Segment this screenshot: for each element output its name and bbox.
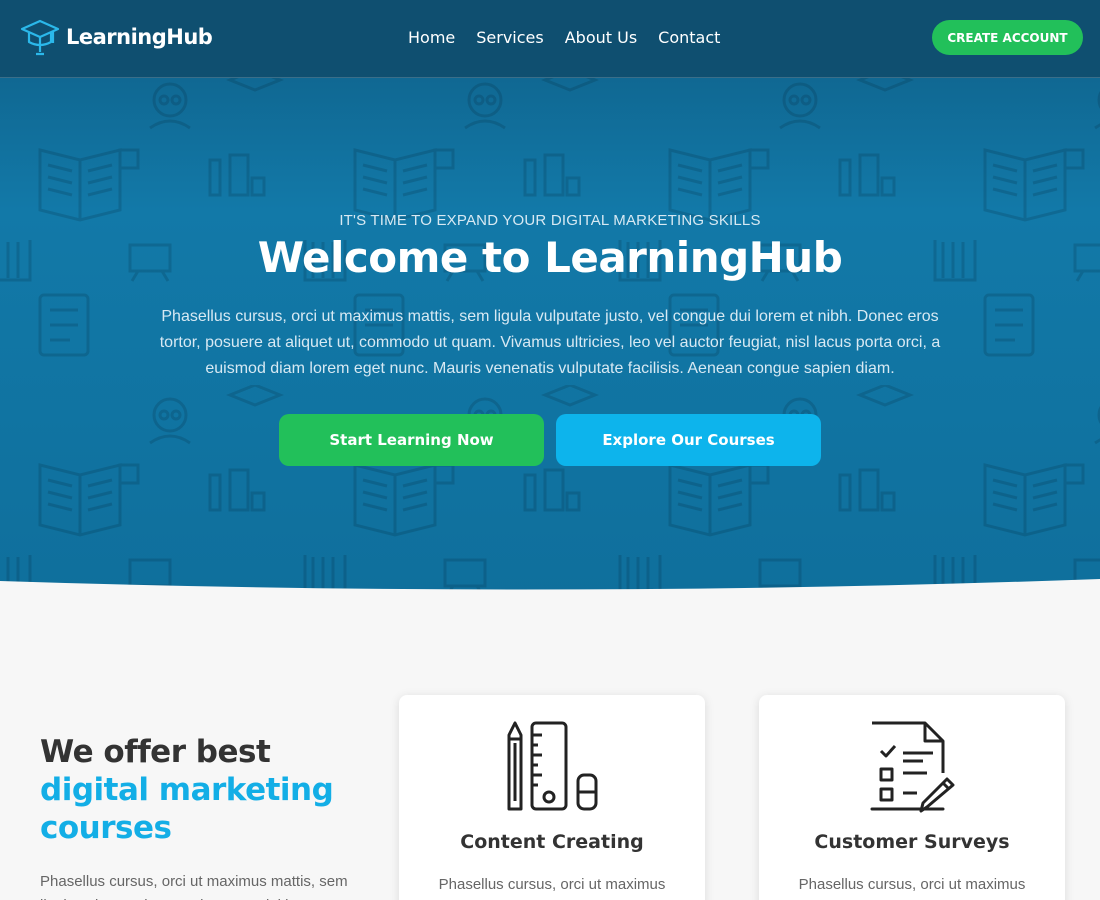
card-title: Customer Surveys: [814, 831, 1010, 853]
card-text: Phasellus cursus, orci ut maximus mattis…: [798, 876, 1026, 893]
service-card-customer-surveys[interactable]: Customer Surveys Phasellus cursus, orci …: [759, 695, 1065, 900]
nav-contact[interactable]: Contact: [658, 28, 720, 47]
nav-about-us[interactable]: About Us: [565, 28, 637, 47]
nav-home[interactable]: Home: [408, 28, 455, 47]
main-nav: Home Services About Us Contact: [408, 28, 720, 47]
services-intro-text: Phasellus cursus, orci ut maximus mattis…: [40, 873, 348, 900]
hero-title: Welcome to LearningHub: [257, 233, 843, 282]
services-heading-highlight: digital marketing courses: [40, 772, 334, 846]
start-learning-button[interactable]: Start Learning Now: [279, 414, 544, 466]
logo[interactable]: LearningHub: [20, 18, 213, 56]
site-header: LearningHub Home Services About Us Conta…: [0, 0, 1100, 78]
survey-checklist-icon: [870, 721, 955, 813]
hero-description: Phasellus cursus, orci ut maximus mattis…: [159, 308, 941, 377]
nav-services[interactable]: Services: [476, 28, 543, 47]
hero-bottom-wave: [0, 579, 1100, 600]
card-title: Content Creating: [460, 831, 644, 853]
services-heading-plain: We offer best: [40, 734, 271, 770]
hero-eyebrow: IT'S TIME TO EXPAND YOUR DIGITAL MARKETI…: [339, 212, 761, 229]
hero-buttons: Start Learning Now Explore Our Courses: [0, 414, 1100, 466]
services-intro: We offer best digital marketing courses …: [40, 733, 350, 900]
pencil-ruler-icon: [507, 721, 598, 811]
create-account-button[interactable]: CREATE ACCOUNT: [932, 20, 1083, 55]
logo-text: LearningHub: [66, 25, 213, 49]
explore-courses-button[interactable]: Explore Our Courses: [556, 414, 821, 466]
graduation-cap-icon: [20, 19, 60, 56]
hero-content: IT'S TIME TO EXPAND YOUR DIGITAL MARKETI…: [0, 212, 1100, 466]
service-card-content-creating[interactable]: Content Creating Phasellus cursus, orci …: [399, 695, 705, 900]
card-text: Phasellus cursus, orci ut maximus mattis…: [438, 876, 666, 893]
services-heading: We offer best digital marketing courses: [40, 733, 350, 847]
